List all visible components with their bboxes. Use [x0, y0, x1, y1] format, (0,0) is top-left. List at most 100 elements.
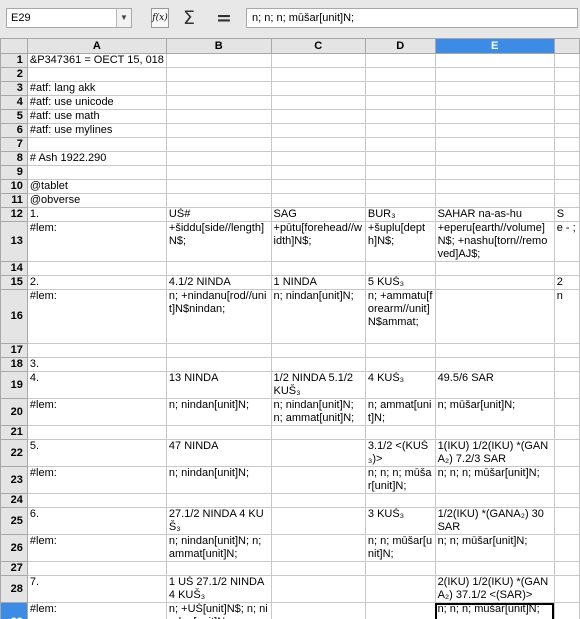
cell-f28[interactable] [553, 575, 580, 603]
cell-a19[interactable]: 4. [26, 371, 167, 399]
cell-d1[interactable] [364, 53, 436, 68]
cell-e18[interactable] [434, 357, 555, 372]
function-wizard-icon[interactable]: f(x) [151, 8, 169, 28]
cell-a15[interactable]: 2. [26, 275, 167, 290]
cell-d12[interactable]: BUR₃ [364, 207, 436, 222]
cell-d17[interactable] [364, 343, 436, 358]
cell-b28[interactable]: 1 UŠ 27.1/2 NINDA 4 KUŠ₃ [165, 575, 272, 603]
cell-c26[interactable] [270, 534, 366, 562]
cell-c10[interactable] [270, 179, 366, 194]
cell-f15[interactable]: 2 [553, 275, 580, 290]
row-header[interactable]: 3 [0, 81, 28, 96]
cell-c27[interactable] [270, 561, 366, 576]
cell-b15[interactable]: 4.1/2 NINDA [165, 275, 272, 290]
cell-d16[interactable]: n; +ammatu[forearm//unit]N$ammat; [364, 289, 436, 344]
cell-f26[interactable] [553, 534, 580, 562]
spreadsheet-grid[interactable]: ABCDE 1 &P347361 = OECT 15, 018 2 3 #atf: la… [0, 38, 580, 619]
cell-e2[interactable] [434, 67, 555, 82]
cell-b6[interactable] [165, 123, 272, 138]
cell-e28[interactable]: 2(IKU) 1/2(IKU) *(GANA₂) 37.1/2 <(SAR)> [434, 575, 555, 603]
chevron-down-icon[interactable]: ▼ [116, 9, 131, 27]
row-header[interactable]: 19 [0, 371, 28, 399]
cell-f21[interactable] [553, 425, 580, 440]
cell-f20[interactable] [553, 398, 580, 426]
cell-a29[interactable]: #lem: [26, 602, 167, 619]
cell-b23[interactable]: n; nindan[unit]N; [165, 466, 272, 494]
cell-c5[interactable] [270, 109, 366, 124]
cell-f7[interactable] [553, 137, 580, 152]
cell-e25[interactable]: 1/2(IKU) *(GANA₂) 30 SAR [434, 507, 555, 535]
cell-d25[interactable]: 3 KUŠ₃ [364, 507, 436, 535]
cell-e23[interactable]: n; n; n; mūšar[unit]N; [434, 466, 555, 494]
cell-d4[interactable] [364, 95, 436, 110]
cell-a10[interactable]: @tablet [26, 179, 167, 194]
row-header[interactable]: 14 [0, 261, 28, 276]
row-header[interactable]: 23 [0, 466, 28, 494]
cell-c7[interactable] [270, 137, 366, 152]
cell-d20[interactable]: n; ammat[unit]N; [364, 398, 436, 426]
cell-e12[interactable]: SAHAR na-as-hu [434, 207, 555, 222]
row-header[interactable]: 8 [0, 151, 28, 166]
cell-c18[interactable] [270, 357, 366, 372]
cell-c22[interactable] [270, 439, 366, 467]
row-header[interactable]: 26 [0, 534, 28, 562]
row-header[interactable]: 2 [0, 67, 28, 82]
cell-b11[interactable] [165, 193, 272, 208]
cell-a25[interactable]: 6. [26, 507, 167, 535]
row-header[interactable]: 5 [0, 109, 28, 124]
cell-e7[interactable] [434, 137, 555, 152]
row-header[interactable]: 6 [0, 123, 28, 138]
cell-f8[interactable] [553, 151, 580, 166]
cell-a27[interactable] [26, 561, 167, 576]
cell-b12[interactable]: UŠ# [165, 207, 272, 222]
cell-e14[interactable] [434, 261, 555, 276]
cell-f11[interactable] [553, 193, 580, 208]
cell-c13[interactable]: +pūtu[forehead//width]N$; [270, 221, 366, 262]
cell-a8[interactable]: # Ash 1922.290 [26, 151, 167, 166]
cell-a7[interactable] [26, 137, 167, 152]
cell-a18[interactable]: 3. [26, 357, 167, 372]
row-header[interactable]: 13 [0, 221, 28, 262]
cell-e4[interactable] [434, 95, 555, 110]
cell-b4[interactable] [165, 95, 272, 110]
cell-f2[interactable] [553, 67, 580, 82]
cell-e17[interactable] [434, 343, 555, 358]
sum-icon[interactable]: Σ [183, 6, 195, 30]
cell-f3[interactable] [553, 81, 580, 96]
cell-b22[interactable]: 47 NINDA [165, 439, 272, 467]
cell-a24[interactable] [26, 493, 167, 508]
cell-c20[interactable]: n; nindan[unit]N; n; ammat[unit]N; [270, 398, 366, 426]
row-header[interactable]: 29 [0, 602, 28, 619]
row-header[interactable]: 10 [0, 179, 28, 194]
cell-f13[interactable]: e - ; [553, 221, 580, 262]
select-all-corner[interactable] [0, 38, 28, 54]
cell-b20[interactable]: n; nindan[unit]N; [165, 398, 272, 426]
cell-c2[interactable] [270, 67, 366, 82]
row-header[interactable]: 21 [0, 425, 28, 440]
cell-b14[interactable] [165, 261, 272, 276]
cell-b16[interactable]: n; +nindanu[rod//unit]N$nindan; [165, 289, 272, 344]
cell-f4[interactable] [553, 95, 580, 110]
cell-c11[interactable] [270, 193, 366, 208]
cell-a16[interactable]: #lem: [26, 289, 167, 344]
cell-d24[interactable] [364, 493, 436, 508]
cell-f22[interactable] [553, 439, 580, 467]
cell-a28[interactable]: 7. [26, 575, 167, 603]
cell-c19[interactable]: 1/2 NINDA 5.1/2 KUŠ₃ [270, 371, 366, 399]
row-header[interactable]: 17 [0, 343, 28, 358]
cell-e27[interactable] [434, 561, 555, 576]
cell-e22[interactable]: 1(IKU) 1/2(IKU) *(GANA₂) 7.2/3 SAR [434, 439, 555, 467]
cell-d11[interactable] [364, 193, 436, 208]
formula-input[interactable]: n; n; n; mūšar[unit]N; [246, 8, 578, 28]
cell-a20[interactable]: #lem: [26, 398, 167, 426]
row-header[interactable]: 9 [0, 165, 28, 180]
row-header[interactable]: 12 [0, 207, 28, 222]
cell-c16[interactable]: n; nindan[unit]N; [270, 289, 366, 344]
cell-c1[interactable] [270, 53, 366, 68]
cell-d23[interactable]: n; n; n; mūšar[unit]N; [364, 466, 436, 494]
cell-f16[interactable]: n [553, 289, 580, 344]
cell-a21[interactable] [26, 425, 167, 440]
cell-e20[interactable]: n; mūšar[unit]N; [434, 398, 555, 426]
cell-e8[interactable] [434, 151, 555, 166]
cell-d8[interactable] [364, 151, 436, 166]
